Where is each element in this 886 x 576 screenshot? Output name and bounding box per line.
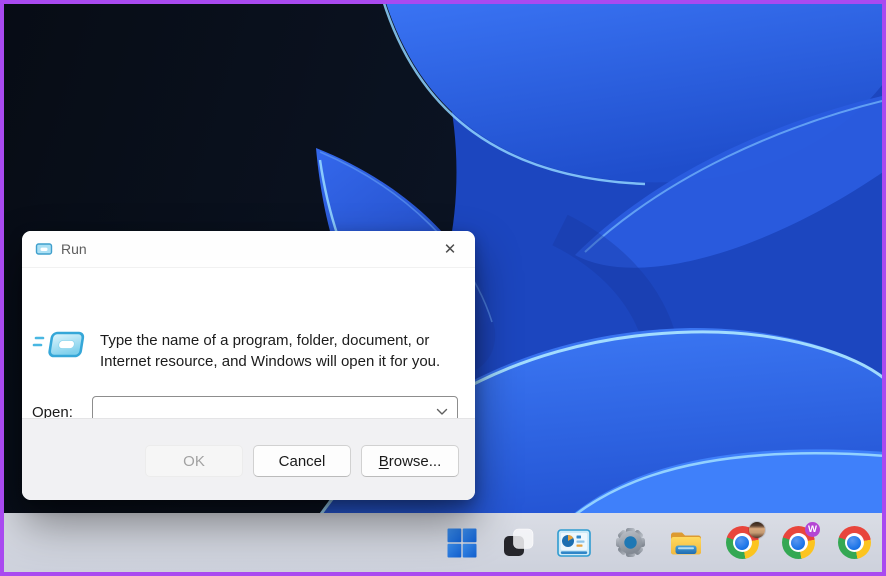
run-icon — [35, 242, 53, 256]
profile-w-badge: W — [805, 522, 820, 537]
file-explorer-button[interactable] — [669, 526, 703, 560]
settings-button[interactable] — [613, 526, 647, 560]
description-line-2: Internet resource, and Windows will open… — [100, 351, 440, 372]
taskbar-icons: W — [445, 526, 871, 560]
system-configuration-button[interactable] — [557, 526, 591, 560]
run-icon-large — [32, 324, 88, 370]
close-button[interactable]: ✕ — [433, 235, 467, 263]
start-button[interactable] — [445, 526, 479, 560]
taskbar: W — [4, 513, 882, 572]
chrome-default-button[interactable] — [837, 526, 871, 560]
dialog-title: Run — [61, 241, 87, 257]
dialog-description: Type the name of a program, folder, docu… — [100, 330, 440, 372]
run-dialog: Run ✕ Type the name of a p — [22, 231, 475, 500]
desktop: Run ✕ Type the name of a p — [0, 0, 886, 576]
dialog-body: Type the name of a program, folder, docu… — [22, 268, 475, 417]
file-explorer-icon — [669, 528, 703, 557]
system-configuration-icon — [557, 529, 591, 557]
dialog-footer: OK Cancel Browse... — [22, 418, 475, 500]
settings-gear-icon — [614, 526, 647, 559]
close-icon: ✕ — [444, 240, 457, 258]
task-view-icon — [503, 527, 534, 558]
task-view-button[interactable] — [501, 526, 535, 560]
chrome-profile-w-button[interactable]: W — [781, 526, 815, 560]
profile-photo-badge — [749, 522, 765, 538]
chrome-profile-photo-button[interactable] — [725, 526, 759, 560]
chrome-icon — [838, 526, 871, 559]
description-line-1: Type the name of a program, folder, docu… — [100, 330, 440, 351]
dialog-titlebar: Run ✕ — [22, 231, 475, 268]
windows-logo-icon — [447, 528, 477, 558]
ok-button[interactable]: OK — [145, 445, 243, 477]
cancel-button[interactable]: Cancel — [253, 445, 351, 477]
browse-button[interactable]: Browse... — [361, 445, 459, 477]
